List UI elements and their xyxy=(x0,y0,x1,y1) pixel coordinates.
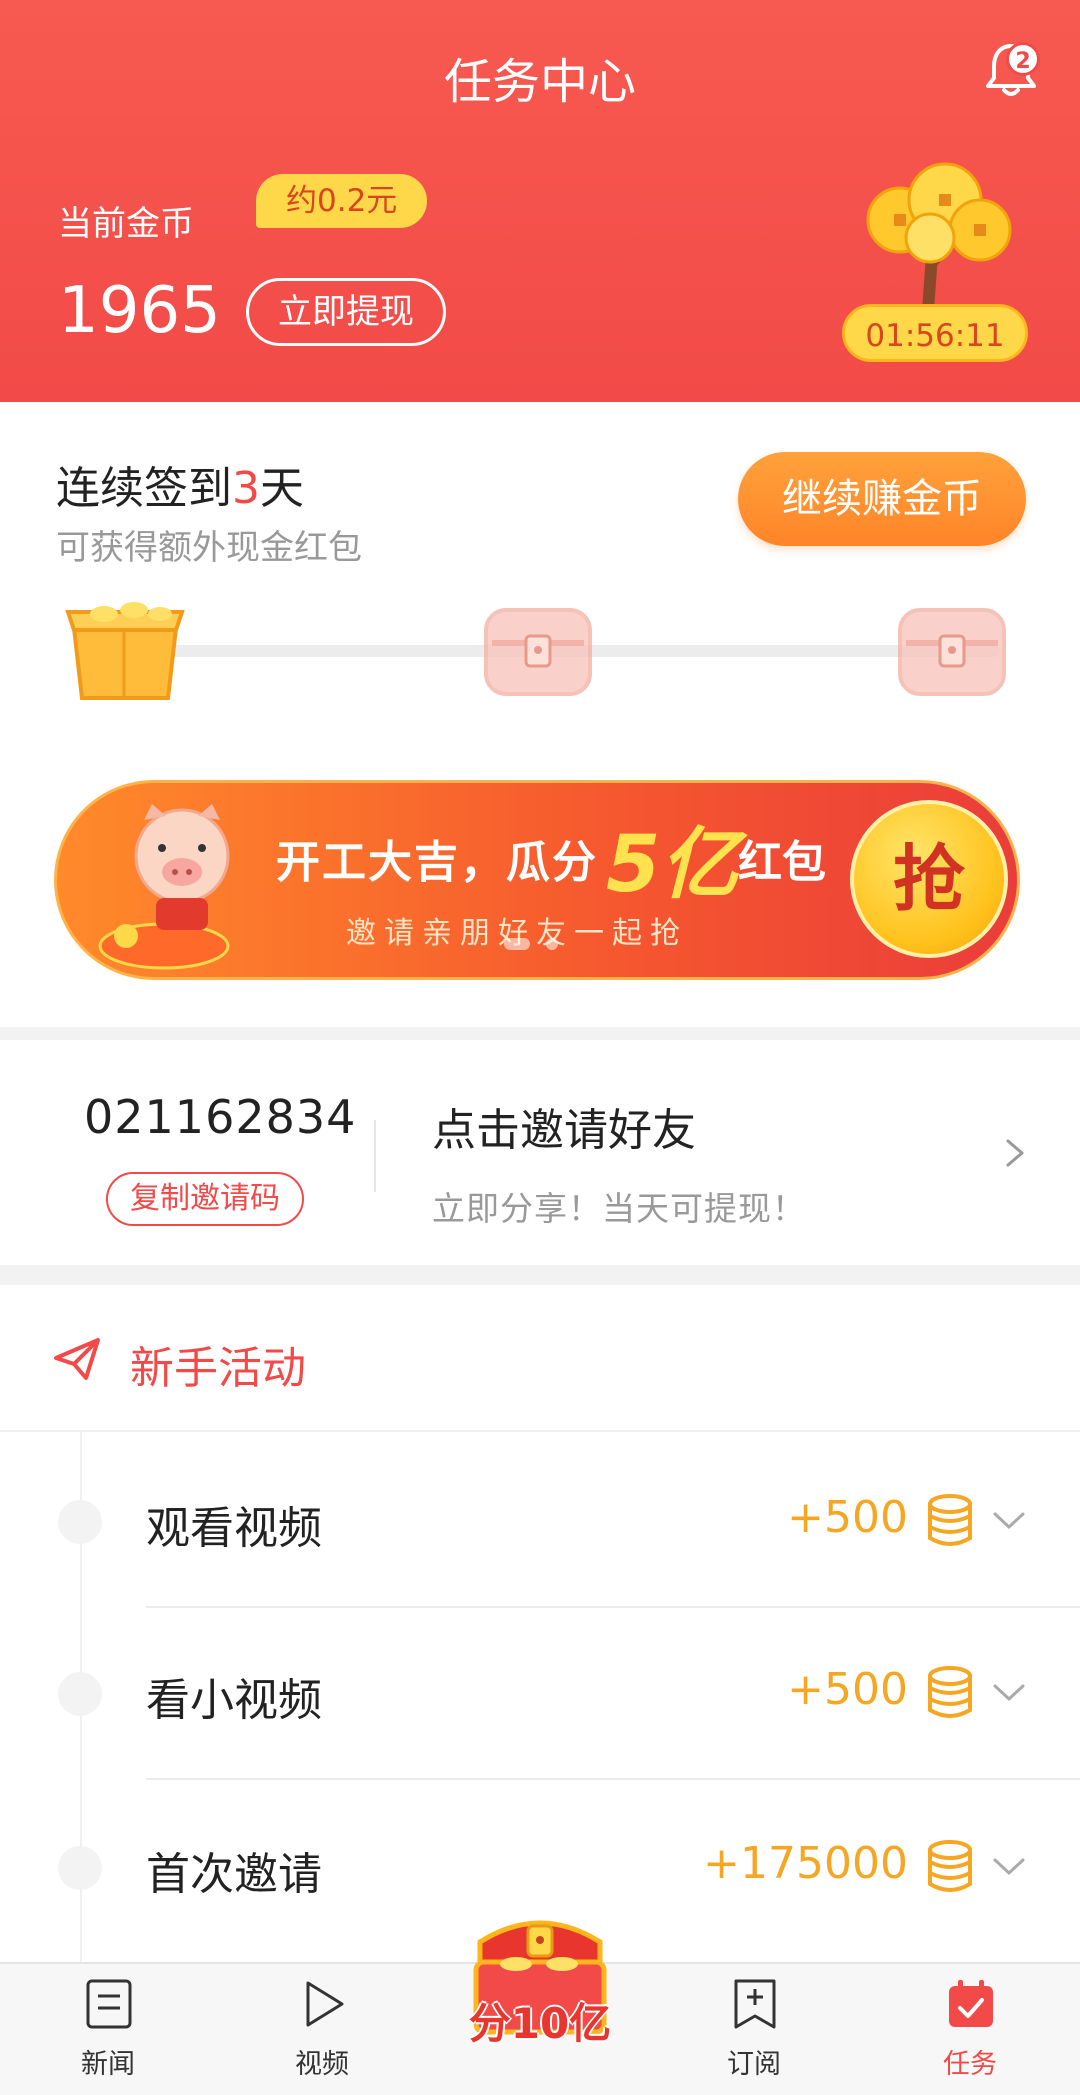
current-coins-value: 1965 xyxy=(58,274,221,348)
invite-divider xyxy=(374,1120,376,1192)
coin-stack-icon xyxy=(928,1666,972,1718)
activities-heading: 新手活动 xyxy=(130,1343,306,1394)
chevron-right-icon[interactable] xyxy=(1002,1138,1028,1168)
carousel-dot-active[interactable] xyxy=(504,938,530,950)
current-coins-label: 当前金币 xyxy=(58,204,194,244)
activity-reward: +500 xyxy=(787,1664,908,1715)
activity-reward: +175000 xyxy=(703,1838,908,1889)
banner-title-suffix: 红包 xyxy=(738,837,826,888)
nav-video[interactable]: 视频 xyxy=(252,1978,392,2088)
nav-label: 视频 xyxy=(295,2049,349,2080)
open-treasure-chest-icon[interactable] xyxy=(64,598,186,702)
signin-title: 连续签到3天 xyxy=(56,452,304,516)
activity-reward: +500 xyxy=(787,1492,908,1543)
countdown-timer: 01:56:11 xyxy=(842,304,1028,362)
row-divider xyxy=(146,1778,1080,1780)
nav-center-label[interactable]: 分10亿 xyxy=(456,1990,624,2051)
news-icon xyxy=(86,1979,132,2029)
notification-badge: 2 xyxy=(1006,42,1040,76)
locked-treasure-chest-icon-final[interactable] xyxy=(892,600,1012,702)
approx-cash-badge: 约0.2元 xyxy=(256,174,428,228)
chevron-down-icon[interactable] xyxy=(992,1682,1026,1704)
section-divider xyxy=(0,1430,1080,1432)
nav-subscribe[interactable]: 订阅 xyxy=(684,1978,824,2088)
chevron-down-icon[interactable] xyxy=(992,1510,1026,1532)
grab-button[interactable]: 抢 xyxy=(850,800,1008,958)
coin-stack-icon xyxy=(928,1494,972,1546)
signin-title-prefix: 连续签到 xyxy=(56,463,232,514)
continue-earn-button[interactable]: 继续赚金币 xyxy=(738,452,1026,546)
activity-label[interactable]: 看小视频 xyxy=(146,1664,322,1728)
withdraw-button[interactable]: 立即提现 xyxy=(246,278,446,346)
invite-friends-link[interactable]: 点击邀请好友 xyxy=(432,1094,696,1158)
coin-stack-icon xyxy=(928,1840,972,1892)
copy-invite-code-button[interactable]: 复制邀请码 xyxy=(106,1172,304,1226)
page-title: 任务中心 xyxy=(443,54,636,110)
signin-subtitle: 可获得额外现金红包 xyxy=(56,528,362,568)
timeline-dot xyxy=(58,1846,102,1890)
invite-subtitle: 立即分享！当天可提现！ xyxy=(432,1189,806,1228)
video-icon xyxy=(306,1981,344,2027)
nav-news[interactable]: 新闻 xyxy=(38,1978,178,2088)
row-divider xyxy=(146,1606,1080,1608)
carousel-dot[interactable] xyxy=(546,938,558,950)
pig-mascot-icon xyxy=(98,804,230,970)
banner-highlight: 5亿 xyxy=(606,820,739,910)
locked-treasure-chest-icon[interactable] xyxy=(478,600,598,702)
activity-label[interactable]: 观看视频 xyxy=(146,1492,322,1556)
paper-plane-icon xyxy=(54,1338,100,1380)
nav-label: 任务 xyxy=(943,2049,997,2080)
timeline-dot xyxy=(58,1500,102,1544)
invite-code: 021162834 xyxy=(84,1090,357,1144)
nav-label: 订阅 xyxy=(727,2049,781,2080)
timeline-dot xyxy=(58,1672,102,1716)
signin-days: 3 xyxy=(232,463,260,514)
chevron-down-icon[interactable] xyxy=(992,1856,1026,1878)
money-tree-icon[interactable] xyxy=(850,160,1020,310)
nav-label: 新闻 xyxy=(81,2049,135,2080)
subscribe-icon xyxy=(734,1979,776,2029)
task-icon xyxy=(949,1980,993,2027)
activity-label[interactable]: 首次邀请 xyxy=(146,1838,322,1902)
banner-title: 开工大吉，瓜分 xyxy=(276,837,598,888)
nav-task[interactable]: 任务 xyxy=(900,1978,1040,2088)
signin-title-suffix: 天 xyxy=(260,463,304,514)
